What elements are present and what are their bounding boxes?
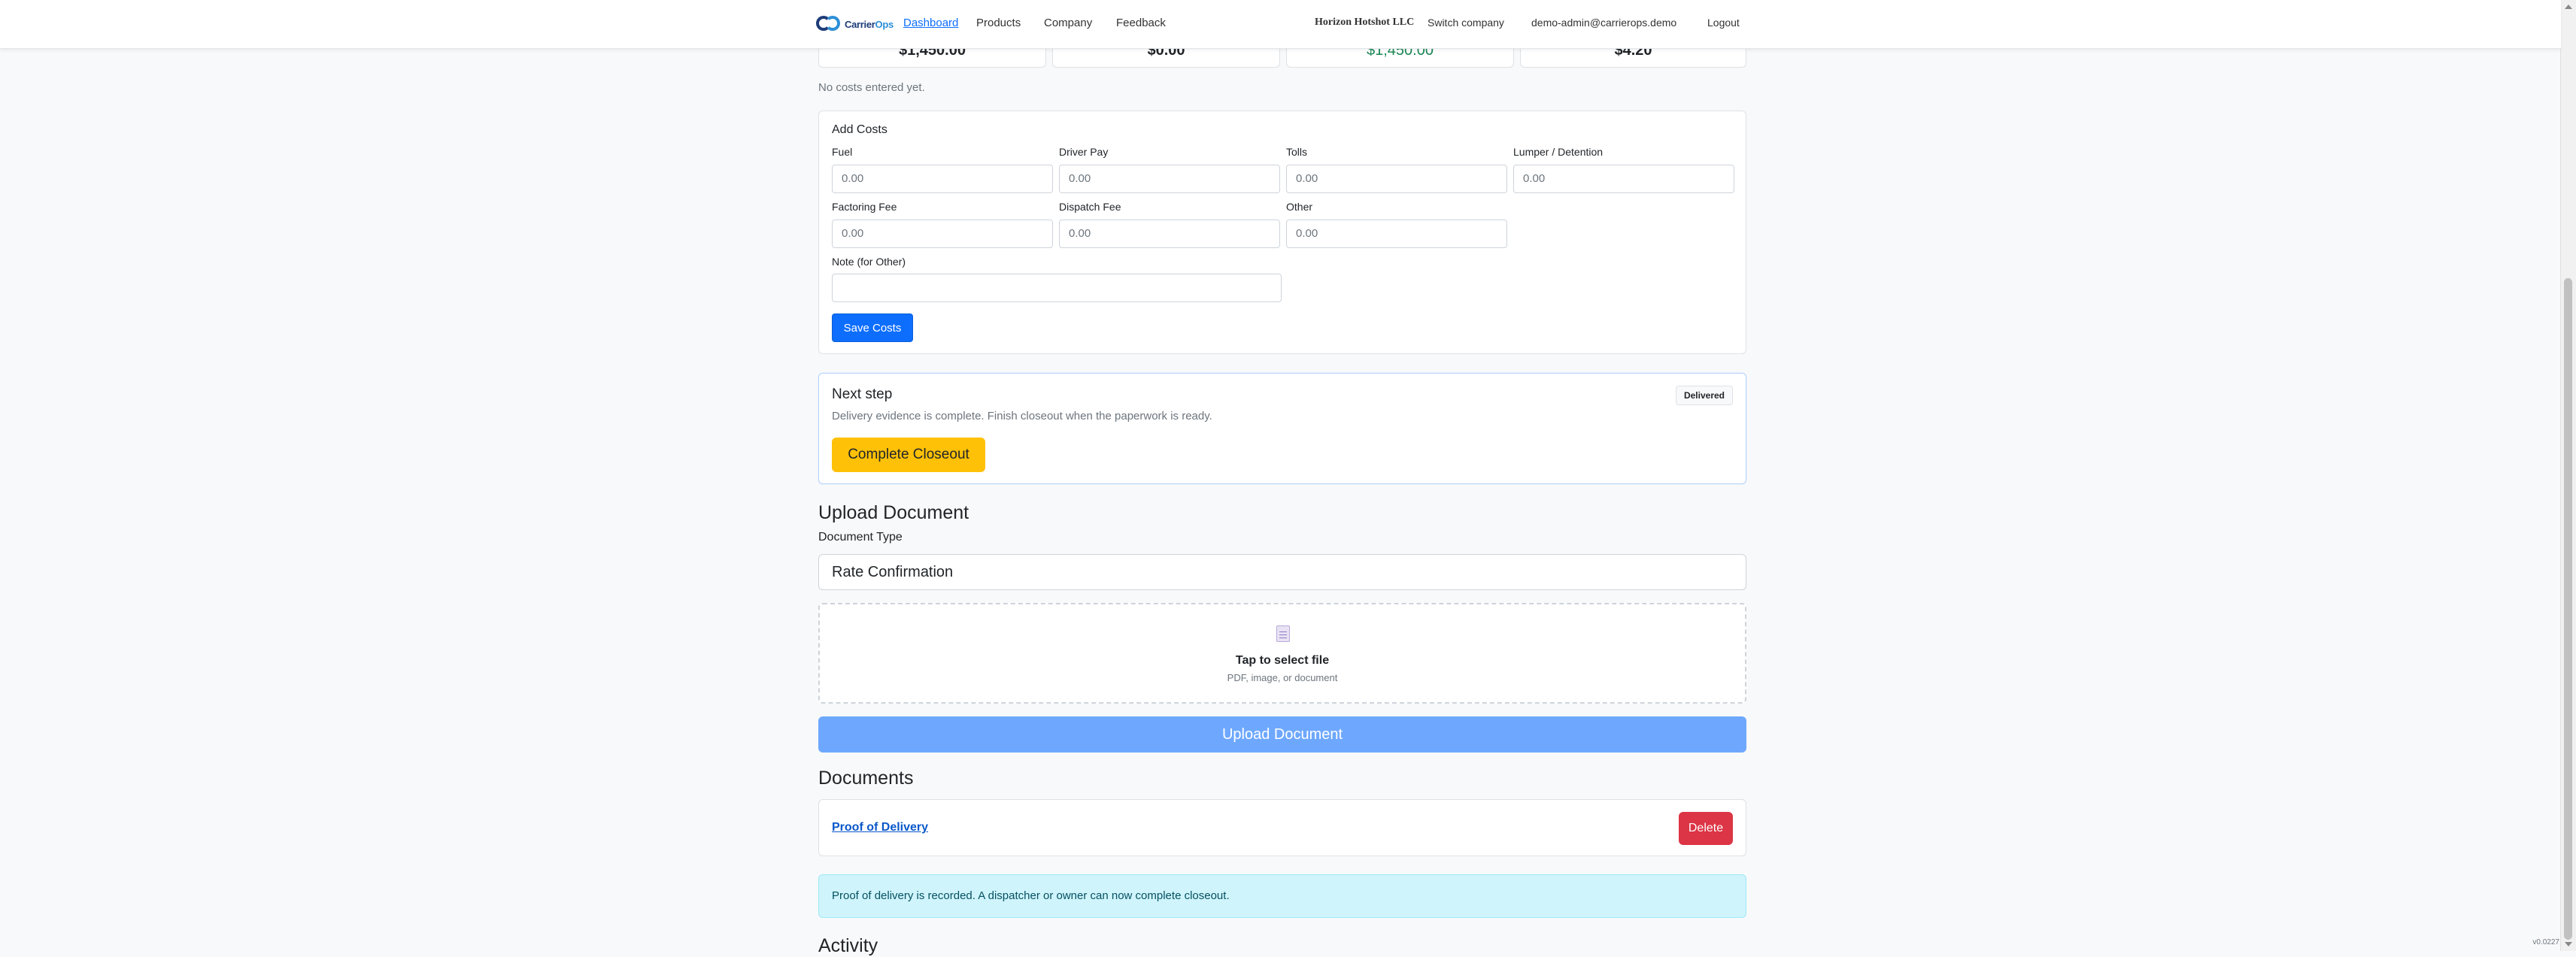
other-label: Other [1286, 201, 1313, 213]
driver-pay-label: Driver Pay [1059, 146, 1109, 158]
nav-link-company[interactable]: Company [1044, 17, 1092, 29]
current-company-name: Horizon Hotshot LLC [1315, 17, 1415, 28]
next-step-card: Next step Delivered Delivery evidence is… [818, 373, 1746, 484]
top-navbar: CarrierOps Dashboard Products Company Fe… [0, 0, 2561, 49]
save-costs-button[interactable]: Save Costs [832, 313, 913, 342]
delete-document-button[interactable]: Delete [1679, 812, 1733, 845]
nav-link-feedback[interactable]: Feedback [1116, 17, 1166, 29]
driver-pay-input[interactable]: 0.00 [1059, 165, 1280, 193]
activity-heading: Activity [818, 935, 878, 956]
other-input[interactable]: 0.00 [1286, 220, 1507, 248]
logo-icon [816, 14, 842, 34]
add-costs-card: Add Costs Fuel 0.00 Driver Pay 0.00 Toll… [818, 111, 1746, 354]
note-label: Note (for Other) [832, 256, 906, 268]
factoring-fee-input[interactable]: 0.00 [832, 220, 1053, 248]
file-dropzone[interactable]: Tap to select file PDF, image, or docume… [818, 603, 1746, 704]
scrollbar-thumb[interactable] [2564, 278, 2572, 940]
nav-link-dashboard[interactable]: Dashboard [903, 17, 958, 29]
brand-name: CarrierOps [845, 18, 894, 30]
dropzone-title: Tap to select file [1235, 654, 1330, 667]
dropzone-subtitle: PDF, image, or document [1227, 672, 1338, 683]
document-link[interactable]: Proof of Delivery [832, 821, 928, 834]
fuel-label: Fuel [832, 146, 853, 158]
add-costs-title: Add Costs [832, 123, 887, 136]
next-step-description: Delivery evidence is complete. Finish cl… [832, 410, 1212, 422]
no-costs-text: No costs entered yet. [818, 81, 925, 94]
scroll-down-icon[interactable] [2565, 942, 2572, 946]
lumper-detention-input[interactable]: 0.00 [1513, 165, 1734, 193]
nav-link-products[interactable]: Products [976, 17, 1021, 29]
logout-link[interactable]: Logout [1707, 17, 1740, 29]
page-scrollbar[interactable] [2560, 0, 2576, 951]
document-type-label: Document Type [818, 531, 903, 544]
scroll-up-icon[interactable] [2565, 5, 2572, 9]
documents-heading: Documents [818, 768, 914, 789]
next-step-title: Next step [832, 386, 893, 402]
factoring-fee-label: Factoring Fee [832, 201, 897, 213]
fuel-input[interactable]: 0.00 [832, 165, 1053, 193]
tolls-input[interactable]: 0.00 [1286, 165, 1507, 193]
brand-logo[interactable]: CarrierOps [816, 12, 894, 36]
upload-document-button[interactable]: Upload Document [818, 716, 1746, 753]
dispatch-fee-label: Dispatch Fee [1059, 201, 1121, 213]
note-input[interactable] [832, 274, 1282, 302]
document-row: Proof of Delivery Delete [818, 799, 1746, 856]
complete-closeout-button[interactable]: Complete Closeout [832, 438, 985, 472]
file-icon [1276, 625, 1290, 642]
status-badge: Delivered [1675, 386, 1733, 405]
dispatch-fee-input[interactable]: 0.00 [1059, 220, 1280, 248]
lumper-detention-label: Lumper / Detention [1513, 146, 1604, 158]
user-email: demo-admin@carrierops.demo [1531, 17, 1677, 29]
version-label: v0.0227 [2532, 938, 2559, 946]
document-type-select[interactable]: Rate Confirmation [818, 554, 1746, 590]
switch-company-link[interactable]: Switch company [1428, 17, 1504, 29]
info-alert: Proof of delivery is recorded. A dispatc… [818, 874, 1746, 918]
upload-document-heading: Upload Document [818, 502, 969, 523]
tolls-label: Tolls [1286, 146, 1308, 158]
